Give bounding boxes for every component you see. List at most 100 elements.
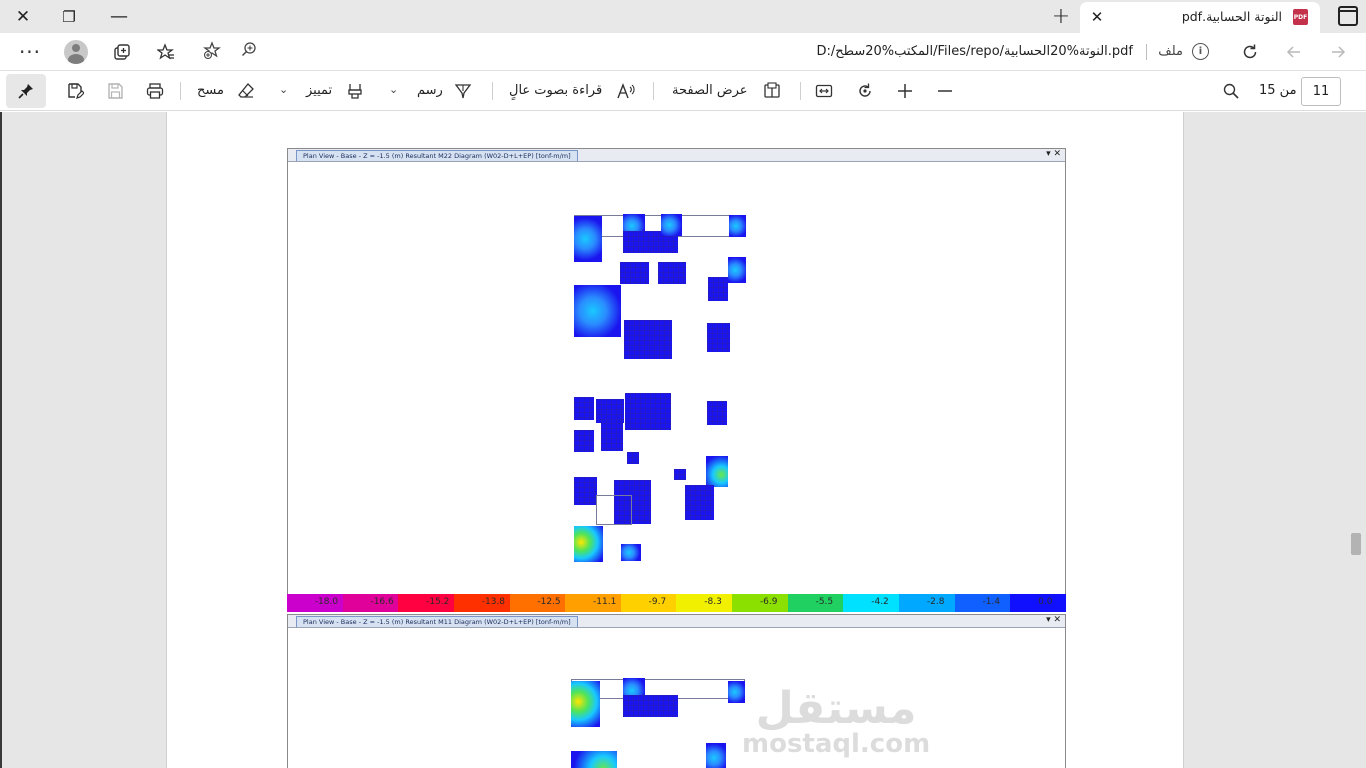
page-view-icon[interactable] xyxy=(759,78,785,104)
legend-label: -5.5 xyxy=(815,597,834,607)
tab-close-button[interactable]: ✕ xyxy=(1088,8,1106,26)
scrollbar-thumb[interactable] xyxy=(1351,533,1361,555)
tab-title: النوتة الحسابية.pdf xyxy=(1181,9,1282,24)
figure-title-bar: Plan View - Base - Z = -1.5 (m) Resultan… xyxy=(288,615,1065,628)
slab-panel xyxy=(625,393,671,430)
legend-label: -13.8 xyxy=(481,597,506,607)
tab-actions-icon[interactable] xyxy=(1338,6,1358,26)
legend-segment: -9.7 xyxy=(620,594,677,612)
window-restore-button[interactable]: ❐ xyxy=(46,0,92,33)
legend-segment: -11.1 xyxy=(565,594,621,612)
legend-label: -18.0 xyxy=(314,597,339,607)
slab-panel xyxy=(728,257,746,283)
highlighter-icon[interactable] xyxy=(342,78,368,104)
legend-segment: -6.9 xyxy=(732,594,788,612)
info-icon[interactable]: i xyxy=(1192,43,1209,60)
avatar xyxy=(64,40,88,64)
toolbar-separator xyxy=(492,82,493,100)
legend-label: -12.5 xyxy=(537,597,561,607)
draw-dropdown-chevron[interactable]: ⌄ xyxy=(389,83,398,96)
zoom-icon[interactable] xyxy=(241,41,257,61)
forward-icon[interactable] xyxy=(1323,37,1353,67)
search-icon[interactable] xyxy=(1218,78,1244,104)
read-aloud-icon[interactable] xyxy=(613,78,639,104)
figure-window-controls: ▾ ✕ xyxy=(1046,615,1061,625)
slab-panel xyxy=(574,430,594,452)
legend-label: 0.0 xyxy=(1038,597,1053,607)
tab-strip: ✕ ❐ — + ✕ النوتة الحسابية.pdf PDF xyxy=(0,0,1366,33)
figure-title: Plan View - Base - Z = -1.5 (m) Resultan… xyxy=(296,616,578,627)
save-icon[interactable] xyxy=(102,78,128,104)
plan-outline xyxy=(596,495,632,525)
rotate-icon[interactable] xyxy=(852,78,878,104)
legend-segment: -15.2 xyxy=(398,594,454,612)
legend-label: -15.2 xyxy=(426,597,450,607)
legend-segment: -12.5 xyxy=(509,594,566,612)
slab-panel xyxy=(707,323,730,352)
read-aloud-label[interactable]: قراءة بصوت عالٍ xyxy=(509,83,602,98)
window-minimize-button[interactable]: — xyxy=(96,0,142,33)
slab-panel xyxy=(620,262,649,284)
toolbar-separator xyxy=(653,82,654,100)
save-as-icon[interactable] xyxy=(62,78,88,104)
zoom-out-icon[interactable] xyxy=(932,78,958,104)
page-view-label[interactable]: عرض الصفحة xyxy=(672,83,748,98)
slab-panel xyxy=(658,262,686,284)
watermark-latin: mostaql.com xyxy=(742,729,931,759)
add-favorite-icon[interactable] xyxy=(203,41,221,63)
legend-segment: -4.2 xyxy=(843,594,900,612)
pdf-toolbar: مسح ⌄ تمييز ⌄ رسم قراءة بصوت عالٍ عرض ال… xyxy=(0,71,1366,111)
slab-panel xyxy=(571,681,600,727)
pdf-page: Plan View - Base - Z = -1.5 (m) Resultan… xyxy=(166,112,1184,768)
slab-panel xyxy=(621,544,641,561)
favorites-icon[interactable] xyxy=(151,37,181,67)
new-tab-button[interactable]: + xyxy=(1044,0,1078,33)
print-icon[interactable] xyxy=(142,78,168,104)
legend-segment: -16.6 xyxy=(342,594,399,612)
draw-label[interactable]: رسم xyxy=(417,83,443,98)
browser-tab[interactable]: ✕ النوتة الحسابية.pdf PDF xyxy=(1080,2,1320,33)
plan-view-m11-figure: Plan View - Base - Z = -1.5 (m) Resultan… xyxy=(287,614,1066,768)
legend-label: -11.1 xyxy=(593,597,617,607)
legend-segment: 0.0 xyxy=(1010,594,1066,612)
viewer-edge xyxy=(0,112,2,768)
collections-icon[interactable] xyxy=(107,37,137,67)
legend-segment: -5.5 xyxy=(787,594,844,612)
pin-icon[interactable] xyxy=(6,74,46,108)
slab-panel xyxy=(571,751,617,768)
back-icon[interactable] xyxy=(1279,37,1309,67)
refresh-icon[interactable] xyxy=(1235,37,1265,67)
legend-label: -9.7 xyxy=(648,597,667,607)
url-text[interactable]: D:/المكتب%20سطح/Files/repo/النوتة%20الحس… xyxy=(817,44,1134,59)
omnibox[interactable]: D:/المكتب%20سطح/Files/repo/النوتة%20الحس… xyxy=(195,36,1223,68)
pen-icon[interactable] xyxy=(450,78,476,104)
color-legend: -18.0 -16.6 -15.2 -13.8 -12.5 -11.1 -9.7 -8.3 -6… xyxy=(287,594,1066,612)
slab-panel xyxy=(574,285,621,337)
slab-panel xyxy=(674,469,686,480)
highlight-label[interactable]: تمييز xyxy=(306,83,332,98)
legend-segment: -8.3 xyxy=(676,594,733,612)
zoom-in-icon[interactable] xyxy=(892,78,918,104)
slab-panel xyxy=(627,452,639,464)
highlight-dropdown-chevron[interactable]: ⌄ xyxy=(279,83,288,96)
url-separator xyxy=(1146,44,1147,60)
pdf-viewer[interactable]: Plan View - Base - Z = -1.5 (m) Resultan… xyxy=(0,112,1366,768)
eraser-icon[interactable] xyxy=(233,78,259,104)
slab-panel xyxy=(574,526,603,562)
window-close-button[interactable]: ✕ xyxy=(0,0,46,33)
slab-panel xyxy=(708,277,728,301)
page-number-input[interactable]: 11 xyxy=(1301,77,1341,106)
slab-panel xyxy=(624,320,672,359)
profile-button[interactable] xyxy=(61,37,91,67)
slab-panel xyxy=(574,397,594,420)
erase-label[interactable]: مسح xyxy=(197,83,224,98)
legend-segment: -18.0 xyxy=(287,594,343,612)
slab-panel xyxy=(685,485,714,520)
figure-title-bar: Plan View - Base - Z = -1.5 (m) Resultan… xyxy=(288,149,1065,162)
more-menu-button[interactable]: ··· xyxy=(15,37,45,67)
address-bar: ··· D:/المكتب%20سطح/Files/repo/النوتة%20… xyxy=(0,33,1366,71)
fit-width-icon[interactable] xyxy=(811,78,837,104)
slab-panel xyxy=(601,423,623,451)
toolbar-separator xyxy=(800,82,801,100)
watermark-arabic: مستقل xyxy=(755,683,917,734)
